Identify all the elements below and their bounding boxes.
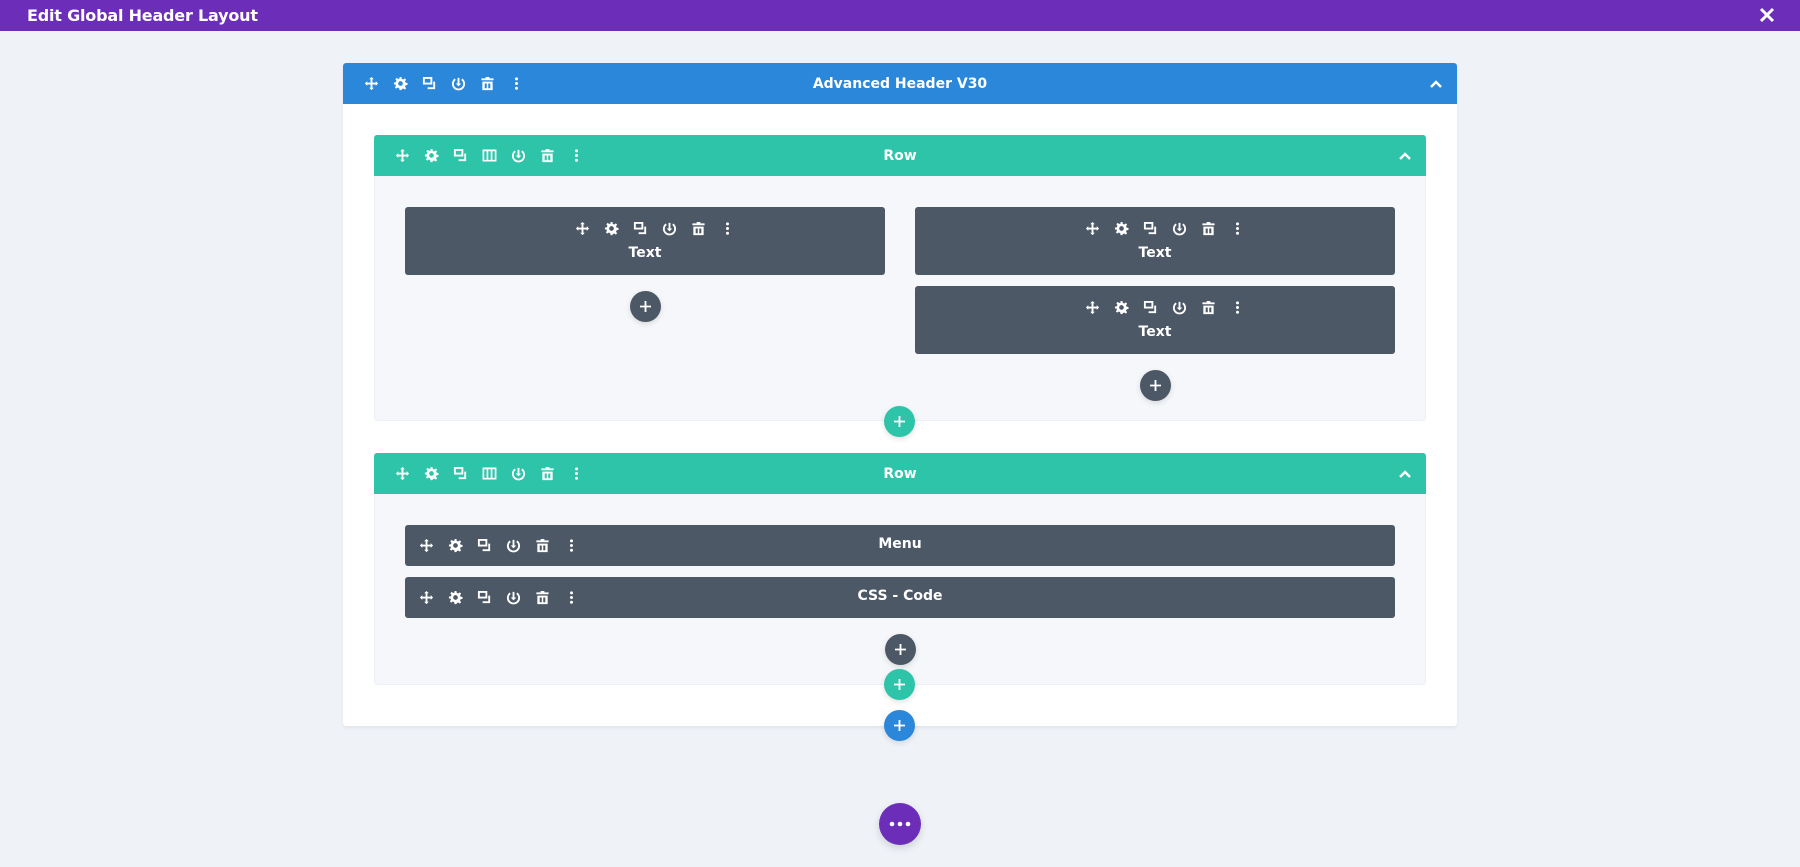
chevron-up-icon[interactable]: [1398, 148, 1412, 162]
add-module-button[interactable]: [1140, 370, 1171, 401]
module-label: CSS - Code: [857, 588, 943, 604]
move-icon[interactable]: [1078, 297, 1107, 317]
save-to-library-icon[interactable]: [1165, 297, 1194, 317]
settings-icon[interactable]: [386, 74, 415, 94]
duplicate-icon[interactable]: [1136, 297, 1165, 317]
duplicate-icon[interactable]: [446, 146, 475, 166]
save-to-library-icon[interactable]: [504, 146, 533, 166]
module-text[interactable]: Text: [405, 207, 885, 275]
move-icon[interactable]: [357, 74, 386, 94]
row-toolbar-icons: [388, 464, 591, 484]
more-options-icon[interactable]: [562, 464, 591, 484]
delete-icon[interactable]: [533, 464, 562, 484]
delete-icon[interactable]: [1194, 297, 1223, 317]
move-icon[interactable]: [1078, 218, 1107, 238]
section-advanced-header: Advanced Header V30 Row Text Text Text R…: [343, 63, 1457, 741]
row-toolbar-icons: [388, 146, 591, 166]
settings-icon[interactable]: [1107, 297, 1136, 317]
module-toolbar-icons: [1078, 218, 1252, 238]
save-to-library-icon[interactable]: [444, 74, 473, 94]
settings-icon[interactable]: [417, 146, 446, 166]
plus-icon: [894, 416, 905, 427]
page-settings-button[interactable]: [879, 803, 921, 845]
chevron-up-icon[interactable]: [1398, 466, 1412, 480]
plus-icon: [894, 679, 905, 690]
module-css-code[interactable]: CSS - Code: [405, 577, 1395, 618]
plus-icon: [1150, 380, 1161, 391]
duplicate-icon[interactable]: [446, 464, 475, 484]
more-options-icon[interactable]: [562, 146, 591, 166]
module-label: Text: [1138, 324, 1172, 340]
settings-icon[interactable]: [597, 218, 626, 238]
module-menu[interactable]: Menu: [405, 525, 1395, 566]
add-row-button[interactable]: [884, 669, 915, 700]
module-label: Menu: [878, 536, 922, 552]
add-module-button[interactable]: [630, 291, 661, 322]
settings-icon[interactable]: [1107, 218, 1136, 238]
top-bar: Edit Global Header Layout: [0, 0, 1800, 31]
row-2-toolbar: Row: [374, 453, 1426, 494]
add-section-button[interactable]: [884, 710, 915, 741]
module-text[interactable]: Text: [915, 207, 1395, 275]
more-options-icon[interactable]: [1223, 218, 1252, 238]
duplicate-icon[interactable]: [1136, 218, 1165, 238]
columns-icon[interactable]: [475, 464, 504, 484]
duplicate-icon[interactable]: [415, 74, 444, 94]
more-options-icon[interactable]: [1223, 297, 1252, 317]
row-1-toolbar: Row: [374, 135, 1426, 176]
chevron-up-icon[interactable]: [1429, 76, 1443, 90]
module-label: Text: [1138, 245, 1172, 261]
row-2: Row Menu CSS - Code: [374, 453, 1426, 685]
delete-icon[interactable]: [684, 218, 713, 238]
module-text[interactable]: Text: [915, 286, 1395, 354]
module-label: Text: [628, 245, 662, 261]
add-module-button[interactable]: [885, 634, 916, 665]
section-toolbar: Advanced Header V30: [343, 63, 1457, 104]
delete-icon[interactable]: [473, 74, 502, 94]
move-icon[interactable]: [388, 464, 417, 484]
add-row-button[interactable]: [884, 406, 915, 437]
row-1: Row Text Text Text: [374, 135, 1426, 421]
settings-icon[interactable]: [417, 464, 446, 484]
duplicate-icon[interactable]: [626, 218, 655, 238]
save-to-library-icon[interactable]: [504, 464, 533, 484]
move-icon[interactable]: [568, 218, 597, 238]
module-toolbar-icons: [568, 218, 742, 238]
delete-icon[interactable]: [1194, 218, 1223, 238]
delete-icon[interactable]: [533, 146, 562, 166]
plus-icon: [894, 720, 905, 731]
window-title: Edit Global Header Layout: [27, 6, 258, 25]
section-toolbar-icons: [357, 74, 531, 94]
more-options-icon[interactable]: [502, 74, 531, 94]
module-toolbar-icons: [1078, 297, 1252, 317]
save-to-library-icon[interactable]: [655, 218, 684, 238]
more-horizontal-icon: [889, 821, 911, 827]
columns-icon[interactable]: [475, 146, 504, 166]
more-options-icon[interactable]: [713, 218, 742, 238]
move-icon[interactable]: [388, 146, 417, 166]
close-icon[interactable]: [1758, 6, 1776, 24]
plus-icon: [895, 644, 906, 655]
save-to-library-icon[interactable]: [1165, 218, 1194, 238]
plus-icon: [640, 301, 651, 312]
